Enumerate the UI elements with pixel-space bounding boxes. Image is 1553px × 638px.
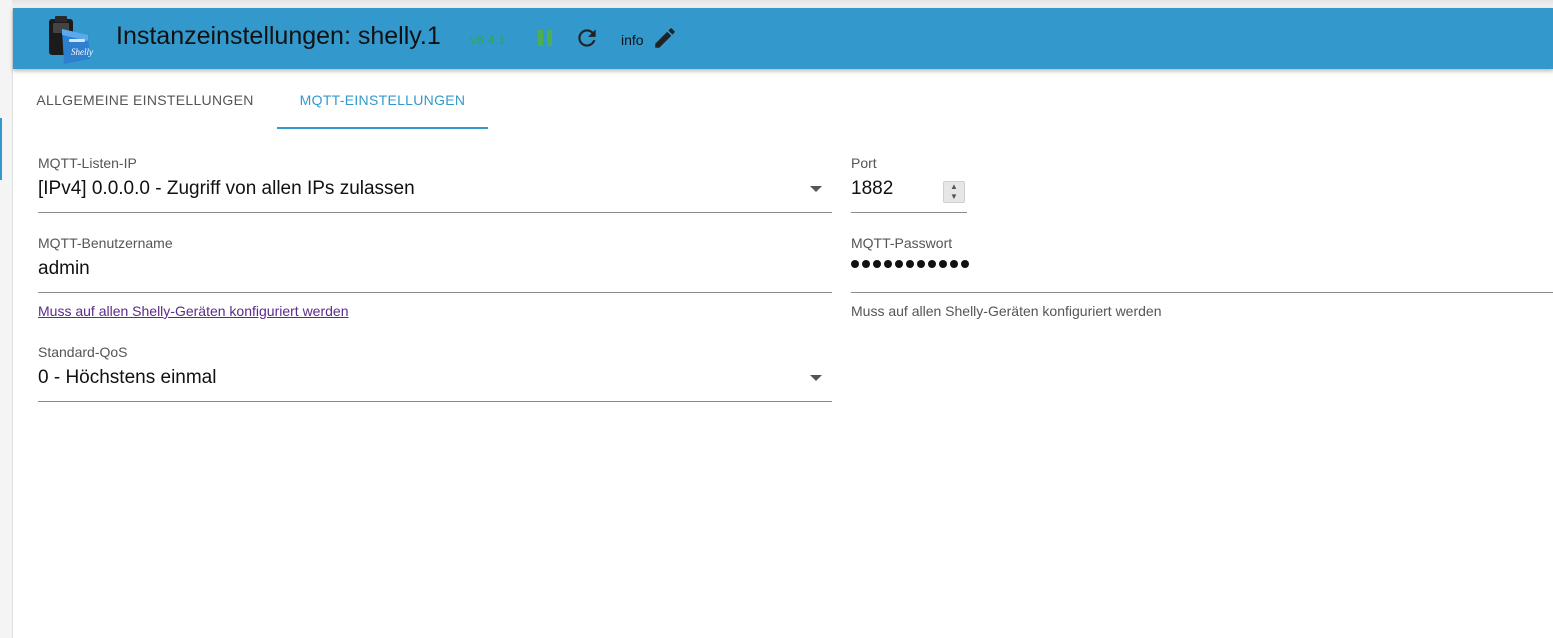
port-value: 1882 — [851, 178, 894, 199]
username-helper-link[interactable]: Muss auf allen Shelly-Geräten konfigurie… — [38, 303, 349, 319]
password-mask-dot — [884, 260, 892, 268]
instance-settings-panel: Shelly Instanzeinstellungen: shelly.1 v6… — [12, 8, 1553, 638]
port-stepper[interactable]: ▲ ▼ — [943, 181, 965, 203]
info-label: info — [621, 32, 644, 48]
password-mask-dot — [873, 260, 881, 268]
mqtt-username-label: MQTT-Benutzername — [38, 235, 173, 251]
mqtt-listen-ip-select[interactable]: MQTT-Listen-IP [IPv4] 0.0.0.0 - Zugriff … — [38, 155, 832, 215]
mqtt-username-field[interactable]: MQTT-Benutzername admin — [38, 235, 832, 295]
mqtt-listen-ip-value: [IPv4] 0.0.0.0 - Zugriff von allen IPs z… — [38, 178, 415, 199]
stepper-up-icon[interactable]: ▲ — [944, 182, 964, 192]
mqtt-password-field[interactable]: MQTT-Passwort — [851, 235, 1553, 295]
port-label: Port — [851, 155, 877, 171]
pencil-icon — [655, 28, 675, 48]
settings-tabs: ALLGEMEINE EINSTELLUNGEN MQTT-EINSTELLUN… — [13, 69, 1553, 129]
default-qos-label: Standard-QoS — [38, 344, 128, 360]
password-mask-dot — [939, 260, 947, 268]
password-mask-dot — [961, 260, 969, 268]
version-badge: v6.4.1 — [470, 32, 506, 47]
mqtt-listen-ip-underline — [38, 212, 832, 213]
pause-icon — [538, 30, 552, 46]
password-mask-dot — [906, 260, 914, 268]
tab-mqtt-settings[interactable]: MQTT-EINSTELLUNGEN — [277, 69, 488, 129]
password-helper-text: Muss auf allen Shelly-Geräten konfigurie… — [851, 303, 1162, 319]
password-mask-dot — [917, 260, 925, 268]
chevron-down-icon — [810, 186, 822, 192]
default-qos-underline — [38, 401, 832, 402]
edit-button[interactable] — [652, 25, 678, 51]
mqtt-password-masked-value — [851, 260, 969, 268]
password-mask-dot — [950, 260, 958, 268]
mqtt-listen-ip-label: MQTT-Listen-IP — [38, 155, 137, 171]
password-mask-dot — [928, 260, 936, 268]
default-qos-value: 0 - Höchstens einmal — [38, 367, 217, 388]
mqtt-username-value: admin — [38, 258, 90, 279]
port-underline — [851, 212, 967, 213]
shelly-logo-icon: Shelly — [44, 13, 94, 65]
refresh-icon — [578, 29, 596, 47]
pause-button[interactable] — [532, 25, 558, 51]
default-qos-select[interactable]: Standard-QoS 0 - Höchstens einmal — [38, 344, 832, 404]
reload-button[interactable] — [574, 25, 600, 51]
mqtt-password-label: MQTT-Passwort — [851, 235, 953, 251]
tab-general-settings[interactable]: ALLGEMEINE EINSTELLUNGEN — [13, 69, 277, 129]
window-top-edge — [0, 0, 1553, 8]
password-mask-dot — [895, 260, 903, 268]
tab-mqtt-label: MQTT-EINSTELLUNGEN — [299, 92, 466, 108]
mqtt-username-underline — [38, 292, 832, 293]
sidebar-active-marker — [0, 118, 2, 180]
page-title: Instanzeinstellungen: shelly.1 — [116, 22, 441, 50]
svg-text:Shelly: Shelly — [71, 47, 93, 57]
instance-header: Shelly Instanzeinstellungen: shelly.1 v6… — [13, 8, 1553, 69]
stepper-down-icon[interactable]: ▼ — [944, 192, 964, 202]
password-mask-dot — [862, 260, 870, 268]
mqtt-password-underline — [851, 292, 1553, 293]
chevron-down-icon — [810, 375, 822, 381]
password-mask-dot — [851, 260, 859, 268]
active-tab-indicator — [277, 127, 488, 129]
left-sidebar-edge — [0, 0, 12, 638]
